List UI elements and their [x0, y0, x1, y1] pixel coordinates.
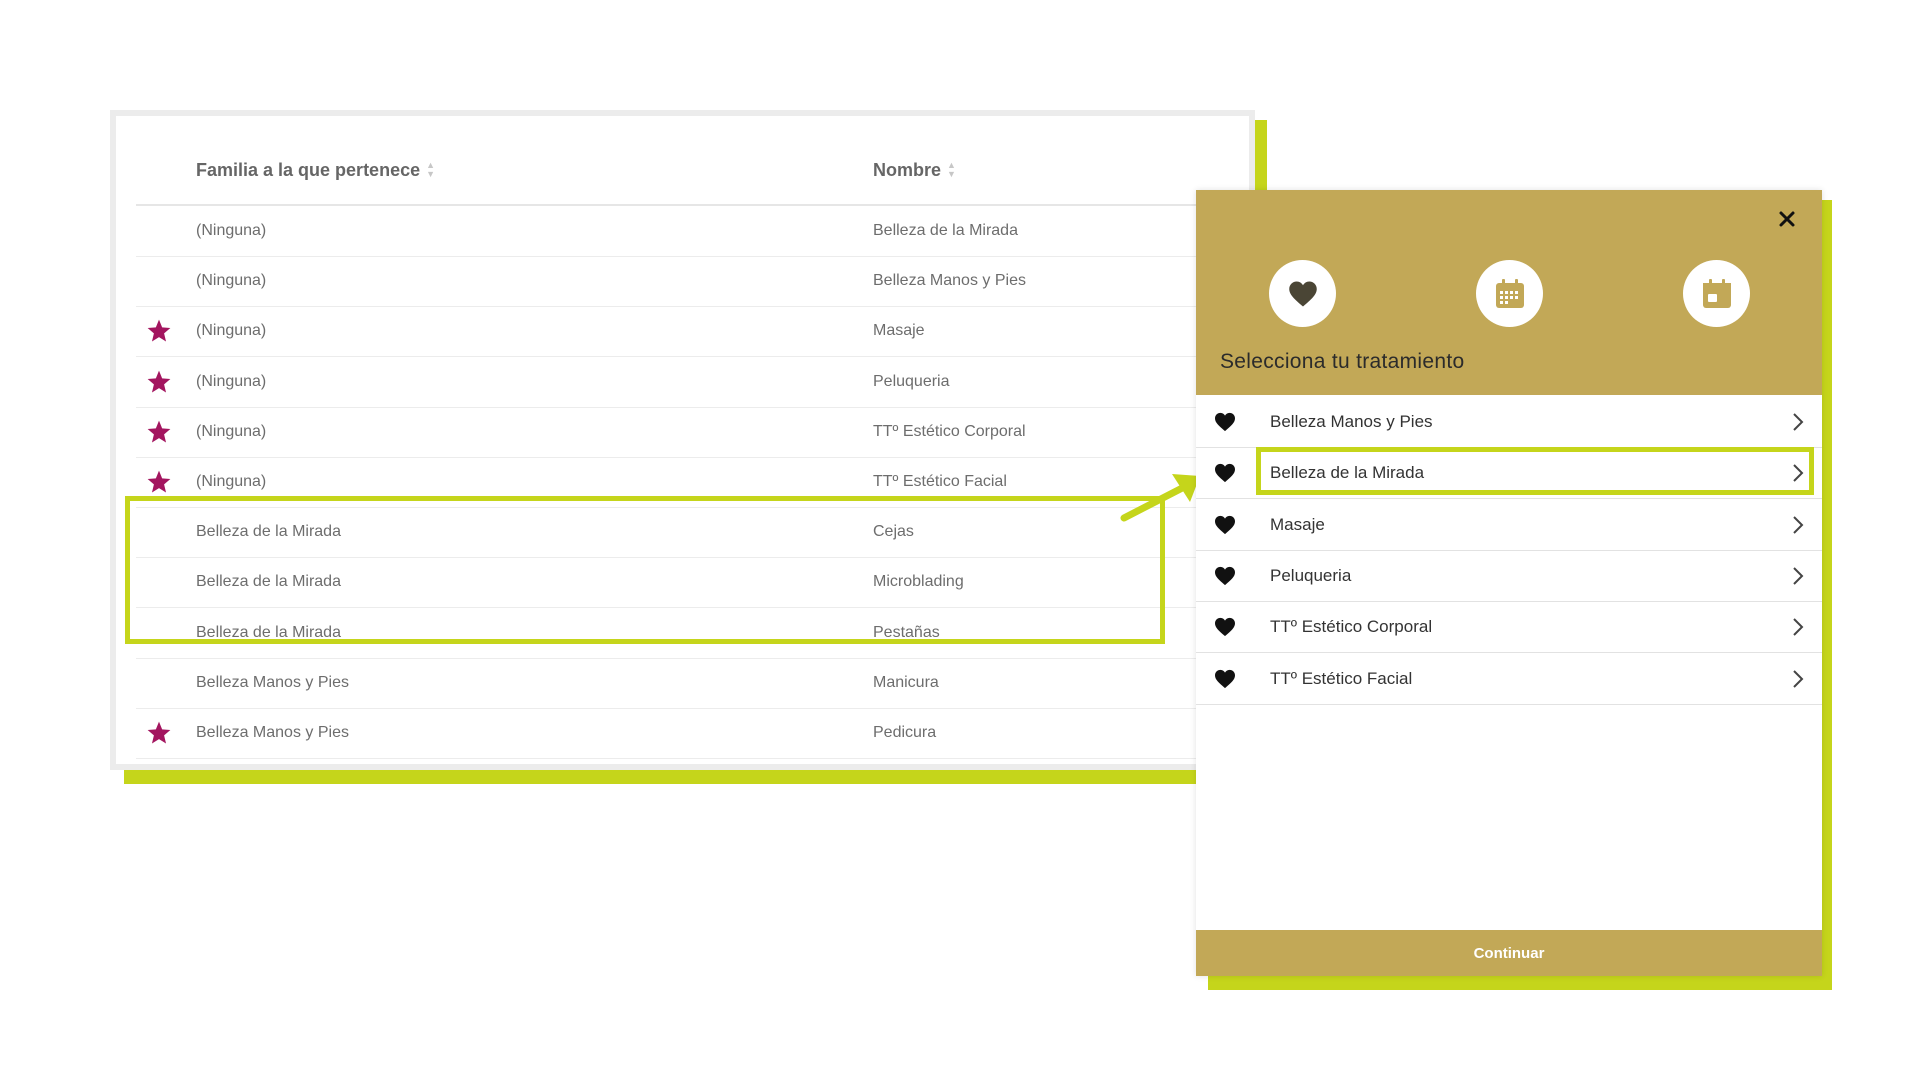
treatment-modal: Selecciona tu tratamiento Belleza Manos …	[1196, 190, 1822, 976]
cell-nombre: TTº Estético Corporal	[873, 422, 1026, 440]
treatment-item-label: Peluqueria	[1270, 565, 1352, 585]
step-date[interactable]	[1476, 260, 1543, 327]
calendar-icon	[1702, 278, 1731, 308]
table-row[interactable]: (Ninguna) TTº Estético Corporal	[136, 407, 1316, 458]
column-header-nombre[interactable]: Nombre ▲ ▼	[873, 136, 956, 204]
table-row[interactable]: (Ninguna) Belleza de la Mirada	[136, 206, 1316, 257]
cell-nombre: Microblading	[873, 573, 964, 591]
treatment-item-label: TTº Estético Corporal	[1270, 617, 1433, 637]
chevron-right-icon[interactable]	[1792, 412, 1804, 432]
table-row[interactable]: Belleza Manos y Pies Pedicura	[136, 708, 1316, 759]
sort-icon[interactable]: ▲ ▼	[426, 161, 435, 179]
star-icon[interactable]	[146, 369, 172, 395]
treatment-item[interactable]: Belleza Manos y Pies	[1196, 397, 1822, 448]
cell-nombre: Belleza de la Mirada	[873, 222, 1018, 239]
treatment-item-label: TTº Estético Facial	[1270, 668, 1413, 688]
heart-icon	[1215, 464, 1235, 483]
treatment-item[interactable]: Belleza de la Mirada	[1196, 447, 1822, 500]
continue-button[interactable]: Continuar	[1196, 930, 1822, 976]
table-row[interactable]: (Ninguna) Belleza Manos y Pies	[136, 256, 1316, 308]
cell-familia: (Ninguna)	[196, 473, 267, 490]
cell-nombre: TTº Estético Facial	[873, 473, 1007, 490]
heart-icon	[1288, 281, 1317, 306]
table-row[interactable]: Belleza Manos y Pies Manicura	[136, 658, 1316, 709]
cell-familia: Belleza Manos y Pies	[196, 724, 349, 741]
treatment-item[interactable]: Peluqueria	[1196, 551, 1822, 602]
table-row[interactable]: Belleza de la Mirada Microblading	[136, 557, 1316, 609]
table-row[interactable]: (Ninguna) Masaje	[136, 306, 1316, 358]
cell-nombre: Belleza Manos y Pies	[873, 272, 1026, 290]
cell-familia: Belleza de la Mirada	[196, 573, 341, 591]
heart-icon	[1215, 566, 1235, 585]
treatment-item[interactable]: Masaje	[1196, 500, 1822, 551]
modal-header: Selecciona tu tratamiento	[1196, 190, 1822, 395]
close-button[interactable]	[1772, 204, 1802, 234]
cell-familia: (Ninguna)	[196, 272, 267, 290]
treatment-item[interactable]: TTº Estético Corporal	[1196, 602, 1822, 654]
chevron-right-icon[interactable]	[1792, 669, 1804, 689]
cell-familia: (Ninguna)	[196, 372, 267, 390]
star-icon[interactable]	[146, 318, 172, 344]
step-treatment[interactable]	[1269, 260, 1336, 327]
chevron-right-icon[interactable]	[1792, 515, 1804, 535]
close-icon	[1779, 211, 1795, 227]
cell-familia: (Ninguna)	[196, 422, 267, 440]
heart-icon	[1215, 618, 1235, 637]
step-confirm[interactable]	[1683, 260, 1750, 327]
calendar-grid-icon	[1495, 278, 1524, 308]
star-icon[interactable]	[146, 469, 172, 495]
cell-nombre: Peluqueria	[873, 372, 950, 390]
cell-familia: Belleza Manos y Pies	[196, 673, 349, 691]
table-row[interactable]: Belleza de la Mirada Pestañas	[136, 608, 1316, 659]
heart-icon	[1215, 515, 1235, 534]
chevron-right-icon[interactable]	[1792, 463, 1804, 483]
cell-nombre: Pestañas	[873, 623, 940, 641]
treatments-table: Familia a la que pertenece ▲ ▼ Nombre ▲ ▼ …	[110, 110, 1316, 770]
treatment-item-label: Masaje	[1270, 514, 1325, 534]
star-icon[interactable]	[146, 720, 172, 746]
column-header-familia[interactable]: Familia a la que pertenece ▲ ▼	[196, 136, 435, 204]
cell-familia: Belleza de la Mirada	[196, 623, 341, 641]
treatment-item-label: Belleza Manos y Pies	[1270, 412, 1433, 431]
table-header: Familia a la que pertenece ▲ ▼ Nombre ▲ ▼	[136, 136, 1316, 206]
heart-icon	[1215, 412, 1235, 432]
cell-familia: (Ninguna)	[196, 222, 267, 239]
treatment-item-label: Belleza de la Mirada	[1270, 463, 1425, 483]
chevron-right-icon[interactable]	[1792, 566, 1804, 586]
column-header-nombre-label: Nombre	[873, 159, 942, 180]
cell-nombre: Pedicura	[873, 724, 937, 741]
star-icon[interactable]	[146, 419, 172, 445]
treatment-item[interactable]: TTº Estético Facial	[1196, 654, 1822, 705]
cell-familia: (Ninguna)	[196, 322, 267, 340]
cell-familia: Belleza de la Mirada	[196, 523, 341, 541]
chevron-right-icon[interactable]	[1792, 617, 1804, 637]
cell-nombre: Cejas	[873, 523, 914, 541]
cell-nombre: Masaje	[873, 322, 925, 340]
cell-nombre: Manicura	[873, 673, 939, 691]
heart-icon	[1215, 669, 1235, 688]
table-row[interactable]: (Ninguna) Peluqueria	[136, 357, 1316, 408]
sort-icon[interactable]: ▲ ▼	[947, 161, 956, 179]
column-header-familia-label: Familia a la que pertenece	[196, 159, 421, 180]
modal-title: Selecciona tu tratamiento	[1220, 350, 1465, 373]
